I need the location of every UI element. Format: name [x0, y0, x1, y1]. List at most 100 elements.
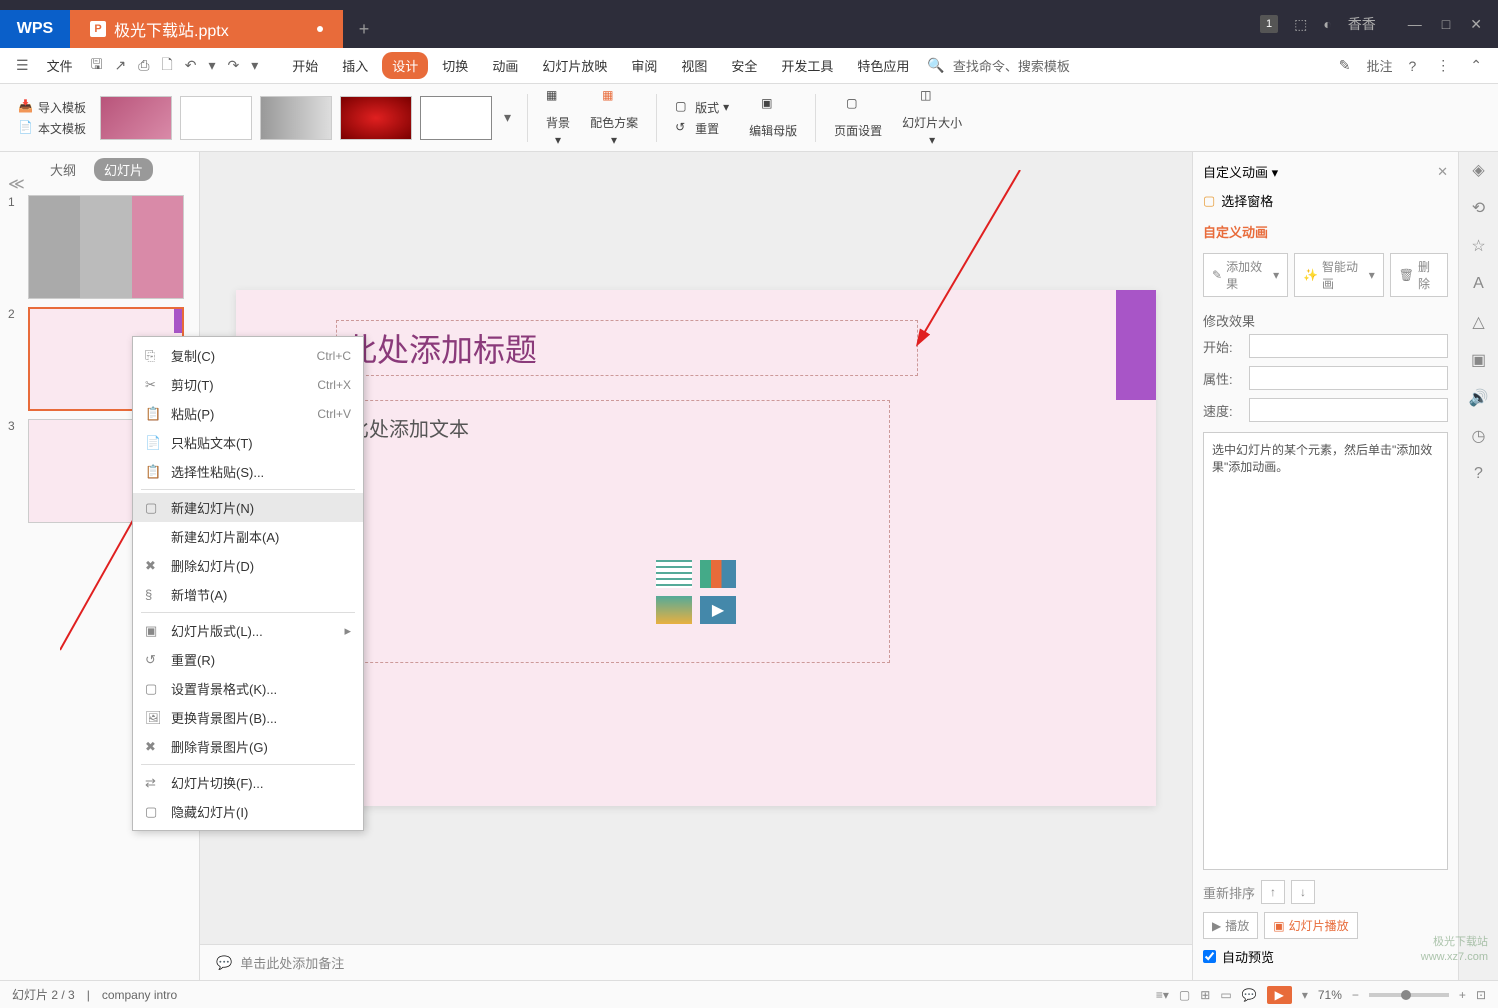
collapse-ribbon-icon[interactable]: ⌃	[1466, 53, 1486, 78]
ctx-delete-bg-image[interactable]: ✖删除背景图片(G)	[133, 732, 363, 761]
this-template-button[interactable]: 📄本文模板	[18, 120, 86, 137]
tool-image-icon[interactable]: ▣	[1469, 350, 1489, 370]
export-icon[interactable]: ↗	[111, 53, 131, 78]
tool-refresh-icon[interactable]: ⟲	[1469, 198, 1489, 218]
play-dropdown-icon[interactable]: ▾	[1302, 988, 1308, 1002]
search-placeholder[interactable]: 查找命令、搜索模板	[953, 56, 1070, 75]
menu-insert[interactable]: 插入	[332, 52, 378, 79]
more-dropdown-icon[interactable]: ▾	[247, 53, 262, 78]
prop-select[interactable]	[1249, 366, 1448, 390]
add-tab-button[interactable]: +	[343, 19, 386, 40]
body-placeholder[interactable]: 比处添加文本	[330, 400, 890, 663]
fit-icon[interactable]: ⊡	[1476, 988, 1486, 1002]
ctx-transition[interactable]: ⇄幻灯片切换(F)...	[133, 768, 363, 797]
undo-dropdown-icon[interactable]: ▾	[204, 53, 219, 78]
ctx-hide-slide[interactable]: ▢隐藏幻灯片(I)	[133, 797, 363, 826]
maximize-button[interactable]: □	[1442, 16, 1450, 33]
menu-transition[interactable]: 切换	[432, 52, 478, 79]
menu-start[interactable]: 开始	[282, 52, 328, 79]
theme-2[interactable]	[180, 96, 252, 140]
import-template-button[interactable]: 📥导入模板	[18, 99, 86, 116]
start-select[interactable]	[1249, 334, 1448, 358]
tool-text-icon[interactable]: A	[1469, 274, 1489, 294]
menu-special[interactable]: 特色应用	[847, 52, 919, 79]
collapse-panel-icon[interactable]: ≪	[8, 174, 25, 194]
print-icon[interactable]: ⎙	[134, 53, 153, 78]
ctx-background-format[interactable]: ▢设置背景格式(K)...	[133, 674, 363, 703]
undo-icon[interactable]: ↶	[181, 53, 201, 78]
tool-sound-icon[interactable]: 🔊	[1469, 388, 1489, 408]
view-reading-icon[interactable]: ▭	[1220, 988, 1231, 1002]
ctx-add-section[interactable]: §新增节(A)	[133, 580, 363, 609]
username[interactable]: 香香	[1348, 14, 1376, 34]
ctx-change-bg-image[interactable]: 🖼更换背景图片(B)...	[133, 703, 363, 732]
zoom-value[interactable]: 71%	[1318, 988, 1342, 1002]
layout-button[interactable]: ▢版式 ▾	[675, 99, 729, 116]
zoom-in-icon[interactable]: +	[1459, 988, 1466, 1002]
ctx-paste-text[interactable]: 📄只粘贴文本(T)	[133, 428, 363, 457]
view-normal-icon[interactable]: ▢	[1179, 988, 1190, 1002]
ctx-duplicate-slide[interactable]: 新建幻灯片副本(A)	[133, 522, 363, 551]
tool-triangle-icon[interactable]: △	[1469, 312, 1489, 332]
color-scheme-button[interactable]: ▦配色方案▾	[584, 88, 644, 147]
ctx-paste[interactable]: 📋粘贴(P)Ctrl+V	[133, 399, 363, 428]
select-pane-button[interactable]: ▢选择窗格	[1203, 191, 1448, 210]
tool-diamond-icon[interactable]: ◈	[1469, 160, 1489, 180]
tool-clock-icon[interactable]: ◷	[1469, 426, 1489, 446]
slide-size-button[interactable]: ◫幻灯片大小▾	[896, 88, 968, 147]
move-up-button[interactable]: ↑	[1261, 880, 1285, 904]
video-icon[interactable]: ▶	[700, 596, 736, 624]
gift-icon[interactable]: ⬚	[1294, 16, 1307, 33]
menu-slideshow[interactable]: 幻灯片放映	[532, 52, 617, 79]
redo-icon[interactable]: ↷	[223, 53, 243, 78]
notification-badge[interactable]: 1	[1260, 15, 1278, 33]
more-icon[interactable]: ⋮	[1432, 53, 1454, 78]
save-icon[interactable]: 🖫	[87, 50, 107, 82]
annotate-label[interactable]: 批注	[1366, 56, 1392, 75]
menu-view[interactable]: 视图	[671, 52, 717, 79]
ctx-copy[interactable]: ⎘复制(C)Ctrl+C	[133, 341, 363, 370]
menu-design[interactable]: 设计	[382, 52, 428, 79]
play-slideshow-button[interactable]: ▶	[1267, 986, 1292, 1004]
close-button[interactable]: ✕	[1470, 16, 1482, 33]
tab-outline[interactable]: 大纲	[40, 158, 86, 181]
file-tab[interactable]: P 极光下载站.pptx	[70, 10, 343, 48]
wps-logo[interactable]: WPS	[0, 10, 70, 48]
delete-button[interactable]: 🗑 删除	[1390, 253, 1448, 297]
ctx-new-slide[interactable]: ▢新建幻灯片(N)	[133, 493, 363, 522]
page-setup-button[interactable]: ▢页面设置	[828, 96, 888, 139]
background-button[interactable]: ▦背景▾	[540, 88, 576, 147]
notes-toggle-icon[interactable]: ≡▾	[1156, 988, 1169, 1002]
ctx-delete-slide[interactable]: ✖删除幻灯片(D)	[133, 551, 363, 580]
move-down-button[interactable]: ↓	[1291, 880, 1315, 904]
ctx-layout[interactable]: ▣幻灯片版式(L)...▸	[133, 616, 363, 645]
theme-3[interactable]	[260, 96, 332, 140]
zoom-slider[interactable]	[1369, 993, 1449, 997]
notes-bar[interactable]: 💬 单击此处添加备注	[200, 944, 1192, 980]
auto-preview-checkbox[interactable]	[1203, 950, 1216, 963]
tool-help-icon[interactable]: ?	[1469, 464, 1489, 484]
menu-security[interactable]: 安全	[721, 52, 767, 79]
theme-more-icon[interactable]: ▾	[500, 105, 515, 130]
ctx-reset[interactable]: ↺重置(R)	[133, 645, 363, 674]
theme-1[interactable]	[100, 96, 172, 140]
title-placeholder[interactable]: 此处添加标题	[336, 320, 918, 376]
ctx-cut[interactable]: ✂剪切(T)Ctrl+X	[133, 370, 363, 399]
slide-canvas[interactable]: 此处添加标题 比处添加文本 ▶	[236, 290, 1156, 806]
menu-devtools[interactable]: 开发工具	[771, 52, 843, 79]
view-sorter-icon[interactable]: ⊞	[1200, 988, 1210, 1002]
file-menu[interactable]: 文件	[37, 52, 83, 79]
picture-icon[interactable]	[656, 596, 692, 624]
theme-5[interactable]	[420, 96, 492, 140]
speed-select[interactable]	[1249, 398, 1448, 422]
edit-master-button[interactable]: ▣编辑母版	[743, 96, 803, 139]
ctx-paste-special[interactable]: 📋选择性粘贴(S)...	[133, 457, 363, 486]
play-button[interactable]: ▶ 播放	[1203, 912, 1258, 939]
reset-button[interactable]: ↺重置	[675, 120, 729, 137]
hamburger-icon[interactable]: ☰	[12, 53, 33, 78]
help-icon[interactable]: ?	[1404, 54, 1420, 78]
add-effect-button[interactable]: ✎ 添加效果 ▾	[1203, 253, 1288, 297]
globe-icon[interactable]: ◐	[1323, 16, 1331, 32]
menu-review[interactable]: 审阅	[621, 52, 667, 79]
slideshow-button[interactable]: ▣ 幻灯片播放	[1264, 912, 1357, 939]
